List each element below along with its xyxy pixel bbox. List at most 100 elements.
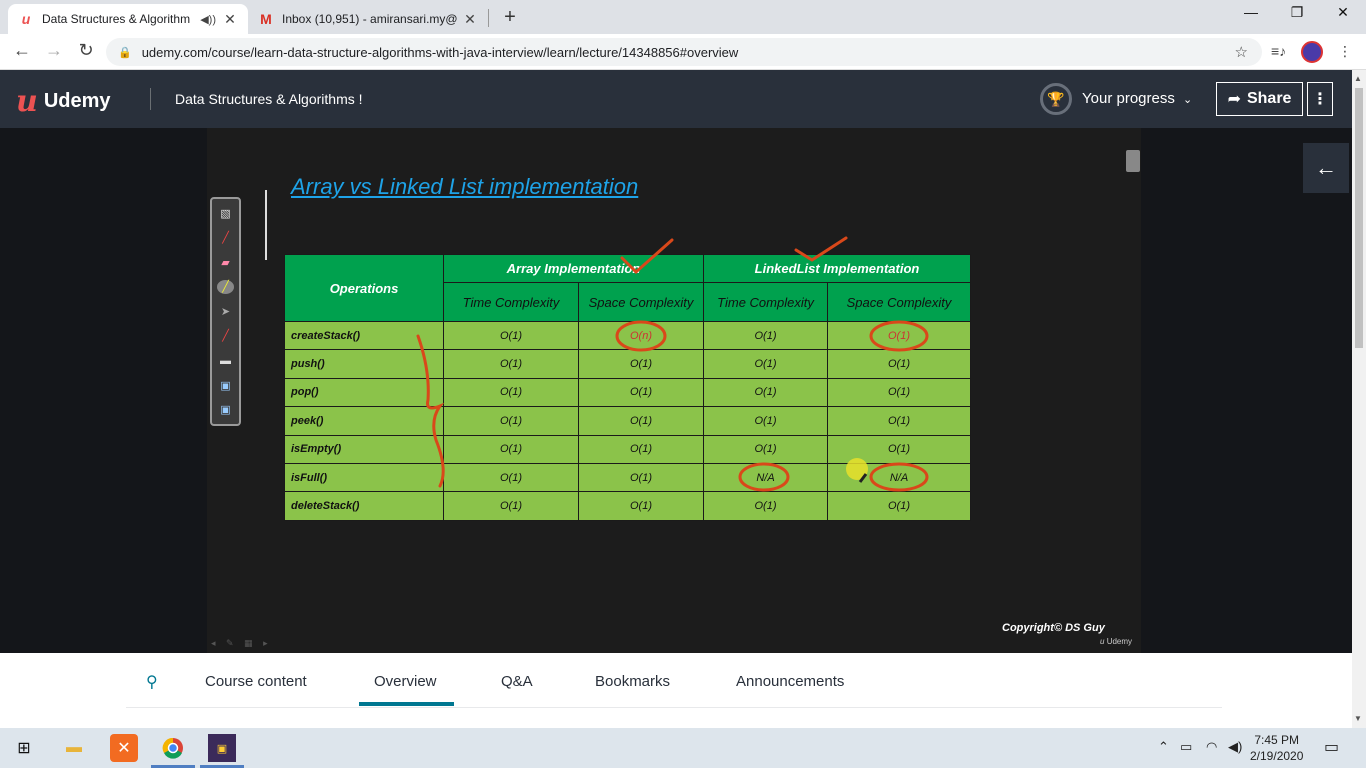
table-row: peek() O(1) O(1) O(1) O(1) xyxy=(284,406,971,436)
linkedlist-space-cell: O(1) xyxy=(827,377,971,408)
share-arrow-icon: ➦ xyxy=(1227,91,1241,108)
linkedlist-time-cell: O(1) xyxy=(703,320,828,351)
tab-overview[interactable]: Overview xyxy=(374,673,437,690)
your-progress-dropdown[interactable]: Your progress ⌄ xyxy=(1082,90,1192,107)
line-tool-icon[interactable]: ▬ xyxy=(217,354,234,368)
complexity-table: Operations Array Implementation LinkedLi… xyxy=(284,254,971,521)
notifications-icon[interactable]: ▭ xyxy=(1324,737,1339,757)
address-bar[interactable]: 🔒 udemy.com/course/learn-data-structure-… xyxy=(106,38,1262,66)
forward-arrow-icon[interactable]: → xyxy=(42,40,66,61)
linkedlist-time-cell: O(1) xyxy=(703,349,828,379)
laser-pen-icon[interactable]: ╱ xyxy=(217,329,234,343)
linkedlist-time-cell: N/A xyxy=(703,462,828,493)
operation-name: peek() xyxy=(284,406,444,436)
udemy-u-icon: u xyxy=(16,84,38,119)
linkedlist-time-cell: O(1) xyxy=(703,377,828,408)
red-pen-icon[interactable]: ╱ xyxy=(217,231,234,245)
pen-menu-icon[interactable]: ▧ xyxy=(217,207,234,221)
scroll-up-icon[interactable]: ▲ xyxy=(1354,74,1362,83)
tab-qa[interactable]: Q&A xyxy=(501,673,533,690)
close-icon[interactable]: ✕ xyxy=(462,11,478,28)
browser-menu-icon[interactable]: ⋮ xyxy=(1338,43,1352,60)
scroll-down-icon[interactable]: ▼ xyxy=(1354,714,1362,723)
screen-clear-icon[interactable]: ▣ xyxy=(217,403,234,417)
tray-chevron-up-icon[interactable]: ⌃ xyxy=(1158,739,1169,755)
bookmark-star-icon[interactable]: ☆ xyxy=(1235,43,1248,61)
slide-panel-toggle[interactable] xyxy=(1126,150,1140,172)
media-control-icon[interactable]: ≡♪ xyxy=(1271,43,1286,59)
xampp-icon[interactable]: ✕ xyxy=(110,734,138,762)
page-scrollbar[interactable]: ▲ ▼ xyxy=(1352,70,1366,728)
wifi-icon[interactable]: ◠ xyxy=(1206,739,1217,755)
watermark-text: Udemy xyxy=(1106,637,1133,646)
linkedlist-space-cell: O(1) xyxy=(827,349,971,379)
more-options-button[interactable]: ⋮ xyxy=(1307,82,1333,116)
expand-sidebar-button[interactable]: ← xyxy=(1303,143,1349,193)
array-time-cell: O(1) xyxy=(443,377,579,408)
tab-title: Inbox (10,951) - amiransari.my@ xyxy=(282,12,458,26)
linkedlist-space-cell: N/A xyxy=(827,462,971,493)
array-space-cell: O(1) xyxy=(578,491,704,521)
battery-icon[interactable]: ▭ xyxy=(1180,739,1192,755)
operation-name: isEmpty() xyxy=(284,434,444,464)
windows-taskbar: ⊞ ▬ ✕ ▣ ⌃ ▭ ◠ ◀) 7:45 PM 2/19/2020 ▭ xyxy=(0,728,1366,768)
tab-title: Data Structures & Algorithm xyxy=(42,12,191,26)
table-row: isEmpty() O(1) O(1) O(1) O(1) xyxy=(284,434,971,464)
profile-avatar[interactable] xyxy=(1301,41,1323,63)
linkedlist-time-header: Time Complexity xyxy=(703,282,828,322)
restore-icon[interactable]: ❐ xyxy=(1274,4,1320,21)
close-icon[interactable]: ✕ xyxy=(222,11,238,28)
file-explorer-icon[interactable]: ▬ xyxy=(60,734,88,762)
gmail-favicon-icon: M xyxy=(260,11,272,27)
array-space-cell: O(1) xyxy=(578,434,704,464)
new-tab-button[interactable]: + xyxy=(498,6,522,29)
udemy-header: u Udemy Data Structures & Algorithms ! 🏆… xyxy=(0,70,1352,128)
pen-tool-palette: ▧ ╱ ▰ ╱ ➤ ╱ ▬ ▣ ▣ xyxy=(210,197,241,426)
browser-tab-udemy[interactable]: u Data Structures & Algorithm ◀)) ✕ xyxy=(8,4,248,34)
volume-icon[interactable]: ◀) xyxy=(1228,739,1242,755)
linkedlist-time-cell: O(1) xyxy=(703,491,828,521)
linkedlist-space-cell: O(1) xyxy=(827,406,971,436)
array-time-header: Time Complexity xyxy=(443,282,579,322)
linkedlist-time-cell: O(1) xyxy=(703,434,828,464)
minimize-icon[interactable]: — xyxy=(1228,4,1274,20)
trophy-icon[interactable]: 🏆 xyxy=(1040,83,1072,115)
progress-label: Your progress xyxy=(1082,90,1175,107)
clock-date: 2/19/2020 xyxy=(1250,749,1304,763)
chrome-icon[interactable] xyxy=(159,734,187,762)
windows-start-icon[interactable]: ⊞ xyxy=(10,734,38,762)
speaker-icon[interactable]: ◀)) xyxy=(200,13,216,26)
eraser-icon[interactable]: ▰ xyxy=(217,256,234,270)
arrow-left-icon: ← xyxy=(1315,155,1337,180)
tab-separator xyxy=(488,9,489,27)
back-arrow-icon[interactable]: ← xyxy=(10,40,34,61)
scroll-thumb[interactable] xyxy=(1355,88,1363,348)
reload-icon[interactable]: ↻ xyxy=(74,40,98,61)
tab-announcements[interactable]: Announcements xyxy=(736,673,844,690)
linkedlist-space-cell: O(1) xyxy=(827,320,971,351)
window-close-icon[interactable]: ✕ xyxy=(1320,4,1366,21)
tab-bookmarks[interactable]: Bookmarks xyxy=(595,673,670,690)
tab-course-content[interactable]: Course content xyxy=(205,673,307,690)
browser-tab-gmail[interactable]: M Inbox (10,951) - amiransari.my@ ✕ xyxy=(248,4,488,34)
active-tab-indicator xyxy=(359,702,454,706)
share-button[interactable]: ➦ Share xyxy=(1216,82,1303,116)
slide-title: Array vs Linked List implementation xyxy=(291,174,639,199)
array-time-cell: O(1) xyxy=(443,349,579,379)
system-clock[interactable]: 7:45 PM 2/19/2020 xyxy=(1250,732,1303,764)
operation-name: isFull() xyxy=(284,462,444,493)
share-label: Share xyxy=(1246,90,1292,107)
logo-text: Udemy xyxy=(43,90,111,112)
pointer-icon[interactable]: ➤ xyxy=(217,305,234,319)
highlighter-icon[interactable]: ╱ xyxy=(217,280,234,294)
slide-nav-icons[interactable]: ◂ ✎ ▦ ▸ xyxy=(211,638,272,649)
udemy-logo[interactable]: u Udemy xyxy=(16,84,111,119)
lock-icon: 🔒 xyxy=(118,46,132,59)
course-title[interactable]: Data Structures & Algorithms ! xyxy=(175,91,363,107)
linkedlist-space-cell: O(1) xyxy=(827,434,971,464)
app-icon[interactable]: ▣ xyxy=(208,734,236,762)
search-icon[interactable]: ⚲ xyxy=(146,672,158,692)
url-text: udemy.com/course/learn-data-structure-al… xyxy=(141,44,739,60)
operation-name: push() xyxy=(284,349,444,379)
screen-icon[interactable]: ▣ xyxy=(217,379,234,393)
